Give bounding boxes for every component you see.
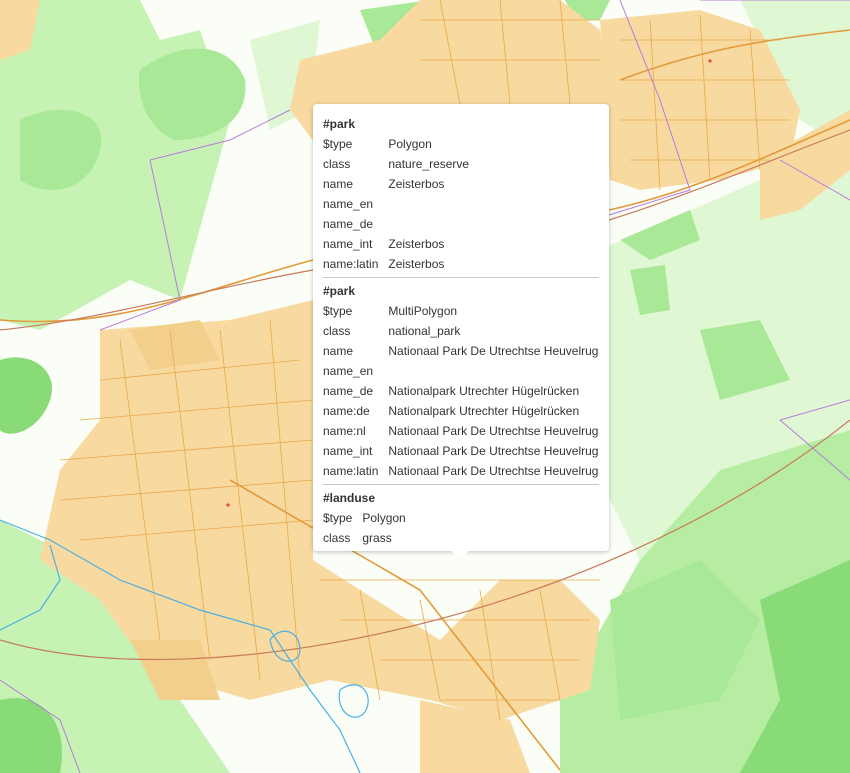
feature-properties-table: $type MultiPolygon class national_parkname N… xyxy=(323,301,598,481)
feature-list: #park $type Polygon class nature_reservename… xyxy=(323,114,599,548)
property-key: name_int xyxy=(323,444,373,458)
feature-layer-title: #landuse xyxy=(323,491,376,505)
property-value: grass xyxy=(362,531,392,545)
property-value xyxy=(388,214,469,234)
feature-section: #park $type MultiPolygon class national_park… xyxy=(323,277,599,481)
property-row: class national_park xyxy=(323,321,598,341)
property-key: class xyxy=(323,324,351,338)
property-row: name Zeisterbos xyxy=(323,174,469,194)
property-row: name_de xyxy=(323,214,469,234)
property-value: Nationaal Park De Utrechtse Heuvelrug xyxy=(388,464,599,478)
property-row: $type MultiPolygon xyxy=(323,301,598,321)
property-key: $type xyxy=(323,511,353,525)
property-row: $type Polygon xyxy=(323,508,406,528)
property-row: class grass xyxy=(323,528,406,548)
property-value: Zeisterbos xyxy=(388,257,445,271)
property-row: $type Polygon xyxy=(323,134,469,154)
property-value: Nationaal Park De Utrechtse Heuvelrug xyxy=(388,424,599,438)
property-value: Zeisterbos xyxy=(388,237,445,251)
property-value xyxy=(388,194,469,214)
feature-layer-title: #park xyxy=(323,284,356,298)
feature-properties-table: $type Polygon class nature_reservename Zeist… xyxy=(323,134,469,274)
property-row: name:latin Zeisterbos xyxy=(323,254,469,274)
poi-marker xyxy=(708,59,712,63)
property-key: $type xyxy=(323,137,353,151)
property-key: name_de xyxy=(323,217,374,231)
poi-marker xyxy=(226,503,230,507)
property-value: Nationalpark Utrechter Hügelrücken xyxy=(388,404,580,418)
property-key: name_int xyxy=(323,237,373,251)
property-row: name_en xyxy=(323,194,469,214)
feature-section: #landuse $type Polygon class grass xyxy=(323,484,599,548)
feature-section: #park $type Polygon class nature_reservename… xyxy=(323,114,599,274)
property-key: class xyxy=(323,531,351,545)
property-key: name:de xyxy=(323,404,370,418)
popup-tip xyxy=(450,550,470,560)
property-key: class xyxy=(323,157,351,171)
property-value: Nationaal Park De Utrechtse Heuvelrug xyxy=(388,344,599,358)
property-row: name:de Nationalpark Utrechter Hügelrücke… xyxy=(323,401,598,421)
property-value: Nationalpark Utrechter Hügelrücken xyxy=(388,384,580,398)
property-key: name xyxy=(323,177,354,191)
property-row: name Nationaal Park De Utrechtse Heuvelru… xyxy=(323,341,598,361)
property-row: name_int Zeisterbos xyxy=(323,234,469,254)
property-value: Polygon xyxy=(388,137,432,151)
property-value xyxy=(388,361,598,381)
property-row: class nature_reserve xyxy=(323,154,469,174)
property-key: name:latin xyxy=(323,464,379,478)
property-value: MultiPolygon xyxy=(388,304,458,318)
property-value: nature_reserve xyxy=(388,157,470,171)
property-value: national_park xyxy=(388,324,461,338)
feature-layer-title: #park xyxy=(323,117,356,131)
property-key: name:latin xyxy=(323,257,379,271)
property-value: Polygon xyxy=(362,511,406,525)
property-row: name_int Nationaal Park De Utrechtse Heuv… xyxy=(323,441,598,461)
property-value: Nationaal Park De Utrechtse Heuvelrug xyxy=(388,444,599,458)
property-value: Zeisterbos xyxy=(388,177,445,191)
property-key: $type xyxy=(323,304,353,318)
feature-inspect-popup: #park $type Polygon class nature_reservename… xyxy=(313,104,609,551)
property-key: name:nl xyxy=(323,424,366,438)
feature-properties-table: $type Polygon class grass xyxy=(323,508,406,548)
property-key: name_de xyxy=(323,384,374,398)
property-row: name:nl Nationaal Park De Utrechtse Heuve… xyxy=(323,421,598,441)
property-key: name_en xyxy=(323,364,374,378)
property-row: name_en xyxy=(323,361,598,381)
property-key: name_en xyxy=(323,197,374,211)
property-row: name_de Nationalpark Utrechter Hügelrücke… xyxy=(323,381,598,401)
property-row: name:latin Nationaal Park De Utrechtse He… xyxy=(323,461,598,481)
property-key: name xyxy=(323,344,354,358)
